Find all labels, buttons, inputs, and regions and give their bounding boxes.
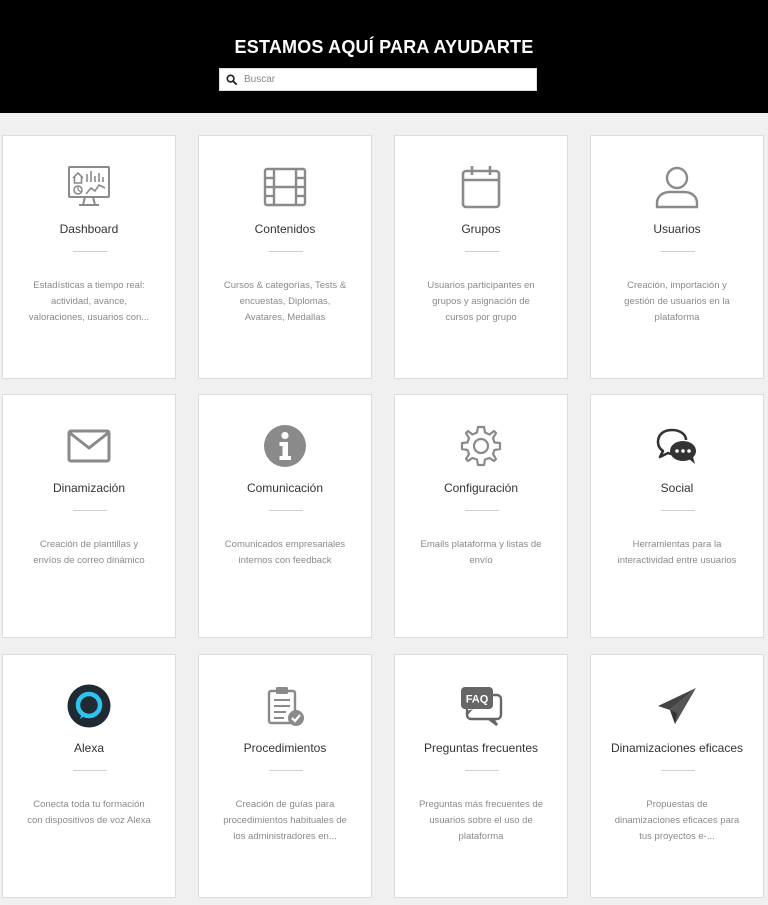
card-description: Usuarios participantes en grupos y asign… (427, 280, 535, 323)
card-description: Conecta toda tu formación con dispositiv… (27, 799, 151, 826)
divider (73, 251, 107, 252)
card-comunicacion[interactable]: Comunicación Comunicados empresariales i… (198, 394, 372, 638)
card-title: Configuración (443, 481, 519, 495)
clipboard-check-icon (261, 682, 309, 730)
divider (269, 251, 303, 252)
card-title: Usuarios (653, 222, 701, 236)
search-icon (220, 68, 242, 91)
search-input[interactable] (242, 69, 524, 90)
card-description: Herramientas para la interactividad entr… (617, 539, 737, 566)
card-description: Propuestas de dinamizaciones eficaces pa… (614, 799, 740, 842)
card-title: Social (660, 481, 694, 495)
gear-icon (457, 422, 505, 470)
divider (465, 251, 499, 252)
card-title: Dinamización (52, 481, 126, 495)
divider (661, 770, 695, 771)
card-title: Grupos (461, 222, 501, 236)
alexa-icon (65, 682, 113, 730)
paper-plane-icon (653, 682, 701, 730)
card-dinamizaciones-eficaces[interactable]: Dinamizaciones eficaces Propuestas de di… (590, 654, 764, 898)
card-alexa[interactable]: Alexa Conecta toda tu formación con disp… (2, 654, 176, 898)
film-icon (261, 163, 309, 211)
page-header: ESTAMOS AQUÍ PARA AYUDARTE (0, 0, 768, 113)
card-grupos[interactable]: Grupos Usuarios participantes en grupos … (394, 135, 568, 379)
calendar-icon (457, 163, 505, 211)
page-title: ESTAMOS AQUÍ PARA AYUDARTE (234, 37, 534, 57)
card-usuarios[interactable]: Usuarios Creación, importación y gestión… (590, 135, 764, 379)
divider (661, 510, 695, 511)
svg-text:FAQ: FAQ (466, 694, 489, 706)
search-box[interactable] (219, 68, 537, 91)
card-dashboard[interactable]: Dashboard Estadísticas a tiempo real: ac… (2, 135, 176, 379)
divider (465, 770, 499, 771)
card-title: Dinamizaciones eficaces (610, 741, 744, 755)
divider (269, 510, 303, 511)
card-description: Emails plataforma y listas de envío (420, 539, 542, 566)
card-description: Cursos & categorías, Tests & encuestas, … (223, 280, 347, 323)
divider (661, 251, 695, 252)
card-description: Preguntas más frecuentes de usuarios sob… (418, 799, 544, 842)
card-preguntas-frecuentes[interactable]: FAQ Preguntas frecuentes Preguntas más f… (394, 654, 568, 898)
card-configuracion[interactable]: Configuración Emails plataforma y listas… (394, 394, 568, 638)
card-title: Contenidos (254, 222, 316, 236)
divider (465, 510, 499, 511)
card-contenidos[interactable]: Contenidos Cursos & categorías, Tests & … (198, 135, 372, 379)
card-description: Comunicados empresariales internos con f… (224, 539, 346, 566)
user-icon (653, 163, 701, 211)
chat-icon (653, 422, 701, 470)
card-description: Creación de guías para procedimientos ha… (223, 799, 347, 842)
card-title: Alexa (73, 741, 105, 755)
card-description: Estadísticas a tiempo real: actividad, a… (28, 280, 150, 323)
card-procedimientos[interactable]: Procedimientos Creación de guías para pr… (198, 654, 372, 898)
card-dinamizacion[interactable]: Dinamización Creación de plantillas y en… (2, 394, 176, 638)
divider (73, 770, 107, 771)
card-social[interactable]: Social Herramientas para la interactivid… (590, 394, 764, 638)
divider (269, 770, 303, 771)
card-description: Creación, importación y gestión de usuar… (624, 280, 730, 323)
envelope-icon (65, 422, 113, 470)
card-description: Creación de plantillas y envíos de corre… (33, 539, 145, 566)
card-title: Comunicación (246, 481, 324, 495)
dashboard-icon (65, 163, 113, 211)
divider (73, 510, 107, 511)
card-title: Preguntas frecuentes (423, 741, 539, 755)
faq-icon: FAQ (457, 682, 505, 730)
card-title: Dashboard (59, 222, 119, 236)
card-title: Procedimientos (243, 741, 327, 755)
info-icon (261, 422, 309, 470)
